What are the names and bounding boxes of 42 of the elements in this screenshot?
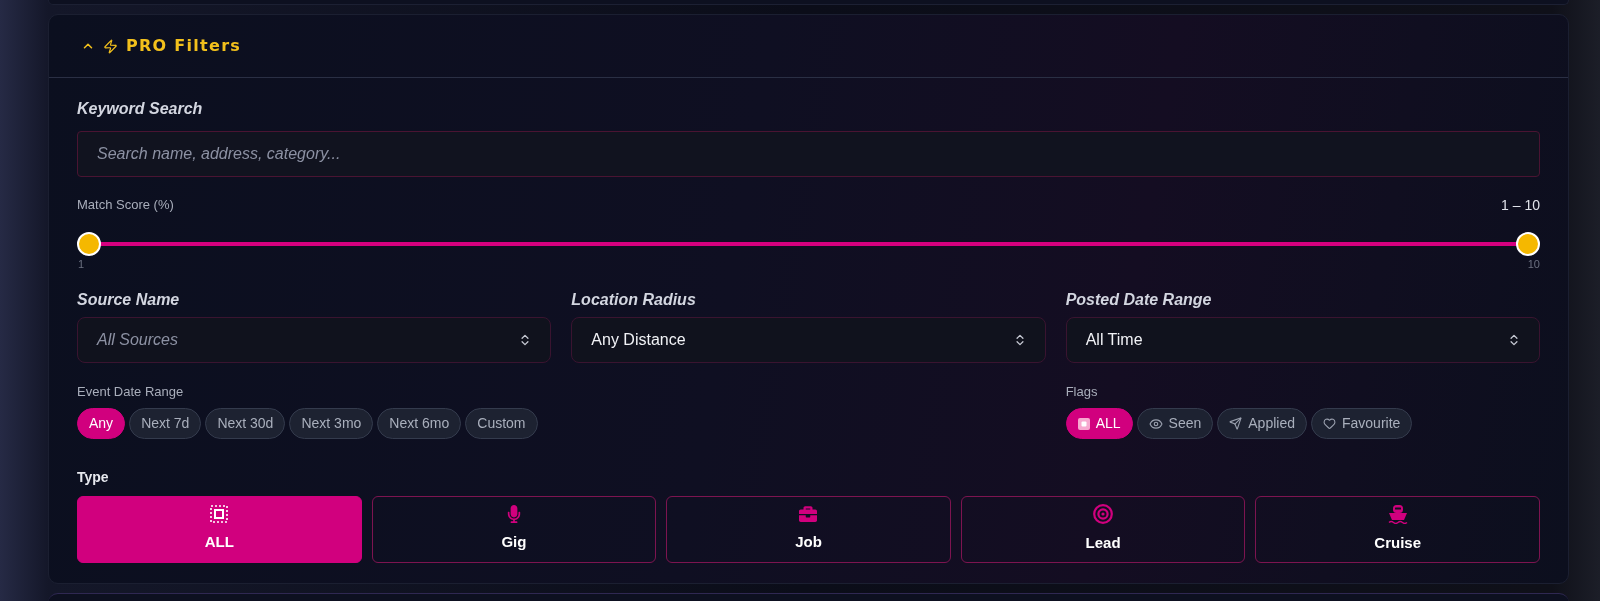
keyword-search-field[interactable]: Search name, address, category...	[77, 131, 1540, 177]
target-icon	[1093, 504, 1114, 525]
date-range-chip[interactable]: Custom	[465, 408, 538, 439]
pro-filters-toggle[interactable]: PRO Filters	[49, 15, 1568, 78]
lightning-icon	[103, 38, 118, 54]
dropdown-select[interactable]: All Sources	[77, 317, 552, 363]
date-range-chip[interactable]: Next 30d	[205, 408, 286, 439]
heart-icon	[1323, 417, 1336, 430]
slider-thumb[interactable]	[77, 232, 101, 256]
type-option-button[interactable]: Cruise	[1255, 496, 1540, 563]
field-label: Posted Date Range	[1065, 290, 1213, 310]
type-option-button[interactable]: Job	[666, 496, 951, 563]
ship-icon	[1387, 504, 1408, 525]
date-range-chip[interactable]: Next 6mo	[377, 408, 462, 439]
slider-label: Match Score (%)	[77, 196, 174, 215]
dashed-square-icon	[210, 505, 229, 524]
chip-group-label: Flags	[1065, 383, 1099, 401]
flag-chip[interactable]: Applied	[1217, 408, 1307, 439]
date-range-chip[interactable]: Any	[77, 408, 126, 439]
flag-chip[interactable]: Seen	[1136, 408, 1214, 439]
date-range-chip[interactable]: Next 7d	[129, 408, 202, 439]
field-label: Location Radius	[571, 290, 697, 310]
type-label: Type	[77, 468, 110, 486]
slider-reading: 1 – 10	[1501, 195, 1540, 215]
date-range-chip[interactable]: Next 3mo	[289, 408, 374, 439]
type-option-button[interactable]: ALL	[77, 496, 362, 563]
type-option-button[interactable]: Lead	[960, 496, 1246, 563]
field-label: Source Name	[77, 290, 181, 310]
slider-min-label: 1	[77, 257, 85, 271]
eye-icon	[1148, 416, 1163, 431]
briefcase-icon	[799, 505, 818, 524]
range-slider-track[interactable]	[77, 232, 1540, 256]
flag-chip[interactable]: ALL	[1065, 408, 1133, 439]
dropdown-select[interactable]: Any Distance	[571, 317, 1046, 363]
field-label: Keyword Search	[77, 99, 204, 119]
slider-thumb[interactable]	[1516, 232, 1540, 256]
chip-group-label: Event Date Range	[77, 383, 185, 401]
flag-chip[interactable]: Favourite	[1311, 408, 1413, 439]
slider-max-label: 10	[1527, 257, 1540, 271]
paper-plane-icon	[1229, 417, 1243, 430]
dropdown-select[interactable]: All Time	[1065, 317, 1540, 363]
type-option-button[interactable]: Gig	[371, 496, 657, 563]
